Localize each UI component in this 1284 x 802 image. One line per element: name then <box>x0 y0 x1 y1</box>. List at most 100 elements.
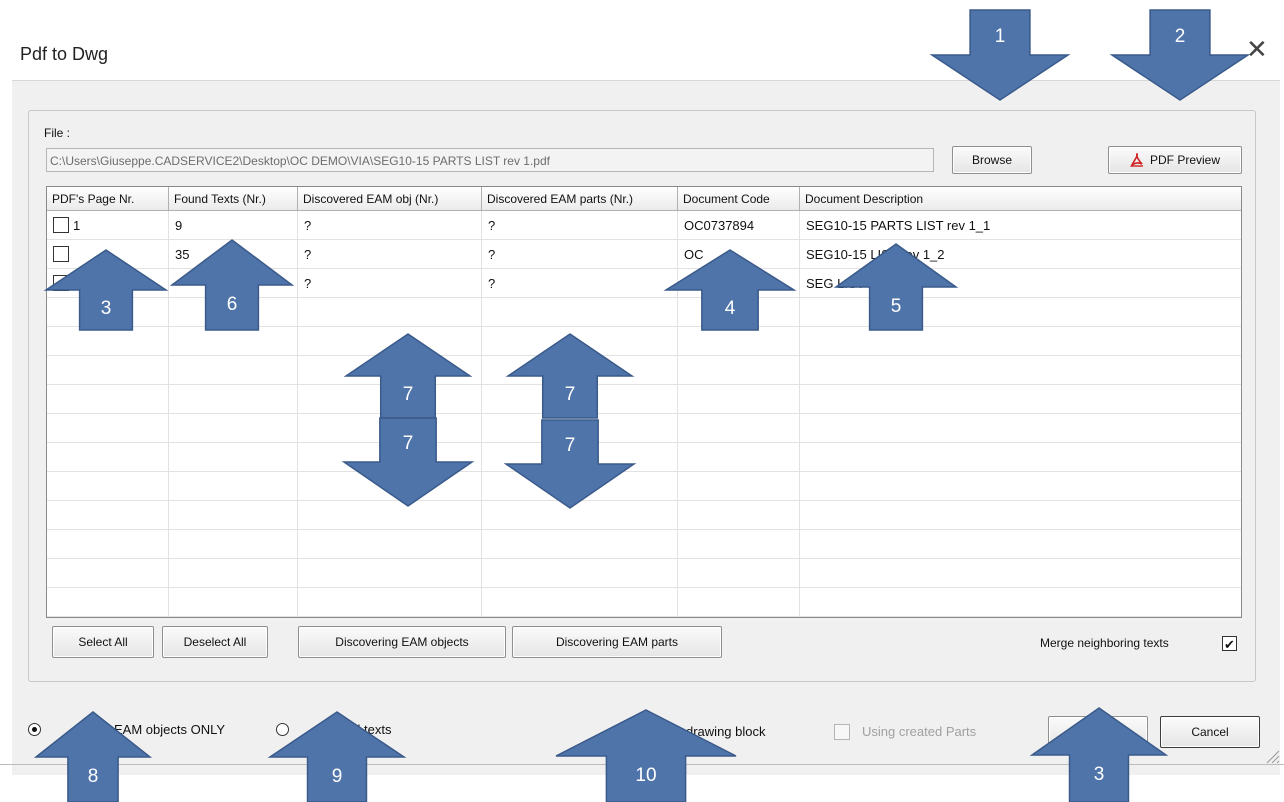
empty-rows <box>47 298 1241 617</box>
empty-cell <box>800 414 1241 443</box>
empty-cell <box>800 501 1241 530</box>
select-all-button[interactable]: Select All <box>52 626 154 658</box>
callout-number: 7 <box>402 384 414 406</box>
pdf-preview-label: PDF Preview <box>1149 153 1220 167</box>
empty-cell <box>678 530 800 559</box>
callout-arrow-shape <box>33 711 153 802</box>
callout-number: 7 <box>402 433 414 455</box>
deselect-all-button[interactable]: Deselect All <box>162 626 268 658</box>
eam-obj-cell: ? <box>298 269 482 298</box>
callout-arrow-shape <box>555 709 737 802</box>
empty-cell <box>678 559 800 588</box>
empty-cell <box>169 327 298 356</box>
empty-cell <box>482 588 678 617</box>
empty-cell <box>169 356 298 385</box>
select-all-label: Select All <box>78 635 128 649</box>
discover-parts-button[interactable]: Discovering EAM parts <box>512 626 722 658</box>
column-header[interactable]: Document Code <box>678 187 800 211</box>
row-checkbox[interactable] <box>53 217 69 233</box>
empty-cell <box>678 414 800 443</box>
callout-arrow-shape <box>169 239 295 331</box>
empty-cell <box>47 559 169 588</box>
callout-number: 2 <box>1174 25 1186 47</box>
eam-parts-cell: ? <box>482 269 678 298</box>
empty-cell <box>800 356 1241 385</box>
empty-row <box>47 588 1241 617</box>
empty-row <box>47 327 1241 356</box>
callout-number: 10 <box>635 765 657 787</box>
empty-cell <box>47 385 169 414</box>
callout-number: 3 <box>1093 764 1105 786</box>
eam-parts-cell: ? <box>482 240 678 269</box>
empty-cell <box>800 327 1241 356</box>
callout-number: 7 <box>564 384 576 406</box>
column-header[interactable]: PDF's Page Nr. <box>47 187 169 211</box>
callout-arrow-shape <box>1109 9 1251 101</box>
empty-cell <box>47 472 169 501</box>
empty-cell <box>47 443 169 472</box>
window-title: Pdf to Dwg <box>20 44 109 64</box>
page-number: 1 <box>73 217 81 233</box>
empty-cell <box>47 414 169 443</box>
callout-arrow: 7 <box>343 333 473 419</box>
discover-objects-button[interactable]: Discovering EAM objects <box>298 626 506 658</box>
browse-label: Browse <box>971 153 1012 167</box>
empty-cell <box>482 298 678 327</box>
merge-checkbox[interactable]: ✔ <box>1222 636 1237 652</box>
callout-arrow: 1 <box>929 9 1071 101</box>
callout-arrow-shape <box>341 417 475 507</box>
eam-parts-cell: ? <box>482 211 678 240</box>
empty-cell <box>169 559 298 588</box>
callout-arrow: 3 <box>1029 707 1169 802</box>
callout-number: 5 <box>890 295 902 317</box>
pdf-preview-button[interactable]: PDF Preview <box>1108 146 1242 174</box>
callout-number: 6 <box>226 294 238 315</box>
empty-cell <box>169 443 298 472</box>
callout-arrow: 7 <box>503 419 637 509</box>
empty-cell <box>482 559 678 588</box>
callout-arrow: 7 <box>505 333 635 419</box>
empty-cell <box>678 501 800 530</box>
grid-header: PDF's Page Nr. Found Texts (Nr.) Discove… <box>47 187 1241 211</box>
empty-row <box>47 443 1241 472</box>
cancel-label: Cancel <box>1191 725 1229 739</box>
cancel-button[interactable]: Cancel <box>1160 716 1260 748</box>
callout-arrow-shape <box>929 9 1071 101</box>
empty-cell <box>800 443 1241 472</box>
empty-row <box>47 501 1241 530</box>
document-description-cell[interactable]: SEG10-15 PARTS LIST rev 1_1 <box>800 211 1241 240</box>
empty-row <box>47 472 1241 501</box>
empty-cell <box>298 559 482 588</box>
file-label: File : <box>44 126 71 140</box>
callout-arrow: 7 <box>341 417 475 507</box>
empty-cell <box>678 327 800 356</box>
callout-number: 4 <box>724 298 736 319</box>
empty-cell <box>482 530 678 559</box>
empty-cell <box>47 356 169 385</box>
callout-number: 3 <box>100 298 112 319</box>
empty-cell <box>169 385 298 414</box>
empty-row <box>47 356 1241 385</box>
found-texts-cell: 9 <box>169 211 298 240</box>
empty-cell <box>169 472 298 501</box>
browse-button[interactable]: Browse <box>952 146 1032 174</box>
table-row[interactable]: 1 9 ? ? OC0737894 SEG10-15 PARTS LIST re… <box>47 211 1241 240</box>
empty-cell <box>800 385 1241 414</box>
empty-cell <box>169 588 298 617</box>
column-header[interactable]: Discovered EAM obj (Nr.) <box>298 187 482 211</box>
using-parts-checkbox <box>834 724 850 740</box>
empty-cell <box>800 559 1241 588</box>
column-header[interactable]: Discovered EAM parts (Nr.) <box>482 187 678 211</box>
empty-cell <box>678 356 800 385</box>
empty-row <box>47 559 1241 588</box>
column-header[interactable]: Found Texts (Nr.) <box>169 187 298 211</box>
document-code-cell[interactable]: OC0737894 <box>678 211 800 240</box>
callout-arrow-shape <box>503 419 637 509</box>
callout-arrow: 3 <box>43 249 169 331</box>
resize-grip-icon[interactable] <box>1262 746 1280 764</box>
close-icon[interactable]: ✕ <box>1246 36 1268 62</box>
file-path-field[interactable]: C:\Users\Giuseppe.CADSERVICE2\Desktop\OC… <box>46 148 934 172</box>
column-header[interactable]: Document Description <box>800 187 1241 211</box>
callout-number: 8 <box>87 766 99 787</box>
eam-obj-cell: ? <box>298 211 482 240</box>
